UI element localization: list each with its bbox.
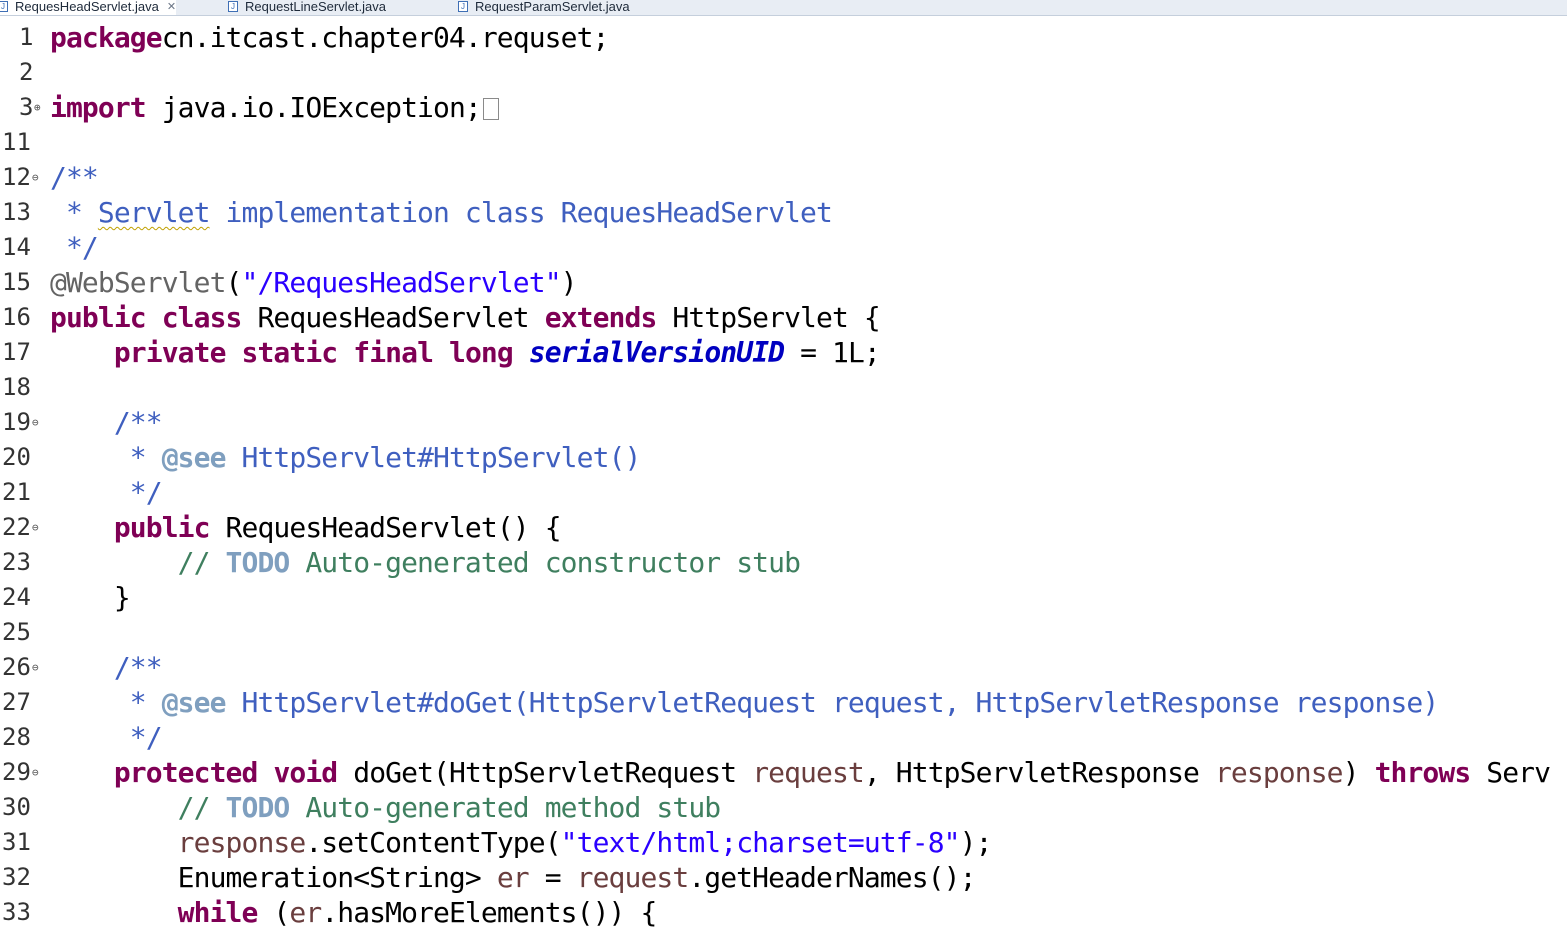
line-number: 32 (2, 863, 31, 891)
line-number: 27 (2, 688, 31, 716)
code-editor[interactable]: 1 packagecn.itcast.chapter04.requset; 2 3 ⊕ i… (0, 20, 1567, 927)
collapse-fold-icon[interactable]: ⊖ (32, 767, 39, 779)
code-text: packagecn.itcast.chapter04.requset; (50, 21, 609, 54)
code-line[interactable]: 15 @WebServlet("/RequesHeadServlet") (0, 265, 1567, 300)
collapsed-imports-marker[interactable] (482, 98, 499, 120)
line-number: 25 (2, 618, 31, 646)
code-line[interactable]: 13 * Servlet implementation class Reques… (0, 195, 1567, 230)
line-number: 12 (2, 163, 31, 191)
code-line[interactable]: 32 Enumeration<String> er = request.getH… (0, 860, 1567, 895)
code-text: */ (113, 476, 163, 509)
code-line[interactable]: 16 public class RequesHeadServlet extends… (0, 300, 1567, 335)
line-number: 31 (2, 828, 31, 856)
code-line[interactable]: 23 // TODO Auto-generated constructor st… (0, 545, 1567, 580)
java-file-icon: J (228, 0, 238, 12)
code-text: response.setContentType("text/html;chars… (177, 826, 993, 859)
code-line[interactable]: 28 */ (0, 720, 1567, 755)
code-line[interactable]: 31 response.setContentType("text/html;ch… (0, 825, 1567, 860)
line-number: 11 (2, 128, 31, 156)
code-text: */ (113, 721, 163, 754)
close-icon[interactable]: ✕ (167, 0, 176, 13)
code-line[interactable]: 19 ⊖ /** (0, 405, 1567, 440)
code-text: * @see HttpServlet#doGet(HttpServletRequ… (113, 686, 1439, 719)
code-line[interactable]: 33 while (er.hasMoreElements()) { (0, 895, 1567, 927)
code-line[interactable]: 21 */ (0, 475, 1567, 510)
code-line[interactable]: 18 (0, 370, 1567, 405)
code-line[interactable]: 2 (0, 55, 1567, 90)
line-number: 14 (2, 233, 31, 261)
line-number: 19 (2, 408, 31, 436)
code-line[interactable]: 11 (0, 125, 1567, 160)
code-line[interactable]: 24 } (0, 580, 1567, 615)
collapse-fold-icon[interactable]: ⊖ (32, 417, 39, 429)
line-number: 13 (2, 198, 31, 226)
line-number: 15 (2, 268, 31, 296)
collapse-fold-icon[interactable]: ⊖ (32, 662, 39, 674)
code-line[interactable]: 26 ⊖ /** (0, 650, 1567, 685)
tab-reques-head-servlet[interactable]: J RequesHeadServlet.java ✕ (0, 0, 177, 15)
code-text: protected void doGet(HttpServletRequest … (113, 756, 1551, 789)
line-number: 28 (2, 723, 31, 751)
line-number: 17 (2, 338, 31, 366)
line-number: 23 (2, 548, 31, 576)
code-text: * @see HttpServlet#HttpServlet() (113, 441, 642, 474)
code-text: /** (50, 161, 99, 194)
code-line[interactable]: 3 ⊕ import java.io.IOException; (0, 90, 1567, 125)
java-file-icon: J (458, 0, 468, 12)
line-number: 2 (19, 58, 34, 86)
code-text: /** (113, 651, 163, 684)
tab-label: RequestLineServlet.java (245, 0, 386, 14)
code-text: Enumeration<String> er = request.getHead… (50, 861, 977, 894)
editor-tab-bar: J RequesHeadServlet.java ✕ J RequestLine… (0, 0, 1567, 16)
code-line[interactable]: 1 packagecn.itcast.chapter04.requset; (0, 20, 1567, 55)
line-number: 33 (2, 898, 31, 926)
tab-request-param-servlet[interactable]: J RequestParamServlet.java (458, 0, 630, 15)
code-text: public class RequesHeadServlet extends H… (50, 301, 881, 334)
code-line[interactable]: 12 ⊖ /** (0, 160, 1567, 195)
tab-label: RequestParamServlet.java (475, 0, 630, 14)
line-number: 1 (19, 23, 34, 51)
code-text: // TODO Auto-generated method stub (177, 791, 721, 824)
line-number: 18 (2, 373, 31, 401)
code-text: import java.io.IOException; (50, 90, 499, 125)
code-line[interactable]: 22 ⊖ public RequesHeadServlet() { (0, 510, 1567, 545)
code-line[interactable]: 29 ⊖ protected void doGet(HttpServletRequ… (0, 755, 1567, 790)
line-number: 30 (2, 793, 31, 821)
code-text: /** (113, 406, 163, 439)
expand-fold-icon[interactable]: ⊕ (34, 102, 41, 114)
code-text: // TODO Auto-generated constructor stub (177, 546, 801, 579)
line-number: 29 (2, 758, 31, 786)
code-text: */ (50, 231, 99, 264)
tab-request-line-servlet[interactable]: J RequestLineServlet.java (228, 0, 386, 15)
code-line[interactable]: 30 // TODO Auto-generated method stub (0, 790, 1567, 825)
code-text: private static final long serialVersionU… (113, 336, 881, 369)
tab-label: RequesHeadServlet.java (15, 0, 159, 14)
code-text: * Servlet implementation class RequesHea… (50, 196, 833, 229)
line-number: 24 (2, 583, 31, 611)
java-file-icon: J (0, 0, 8, 12)
code-text: @WebServlet("/RequesHeadServlet") (50, 266, 578, 299)
code-line[interactable]: 25 (0, 615, 1567, 650)
code-text: while (er.hasMoreElements()) { (177, 896, 658, 927)
code-line[interactable]: 14 */ (0, 230, 1567, 265)
line-number: 3 (19, 93, 34, 121)
code-line[interactable]: 17 private static final long serialVersi… (0, 335, 1567, 370)
line-number: 26 (2, 653, 31, 681)
line-number: 20 (2, 443, 31, 471)
code-line[interactable]: 27 * @see HttpServlet#doGet(HttpServletR… (0, 685, 1567, 720)
code-line[interactable]: 20 * @see HttpServlet#HttpServlet() (0, 440, 1567, 475)
collapse-fold-icon[interactable]: ⊖ (32, 172, 39, 184)
code-text: } (50, 581, 131, 614)
line-number: 21 (2, 478, 31, 506)
line-number: 22 (2, 513, 31, 541)
code-text: public RequesHeadServlet() { (113, 511, 562, 544)
collapse-fold-icon[interactable]: ⊖ (32, 522, 39, 534)
line-number: 16 (2, 303, 31, 331)
